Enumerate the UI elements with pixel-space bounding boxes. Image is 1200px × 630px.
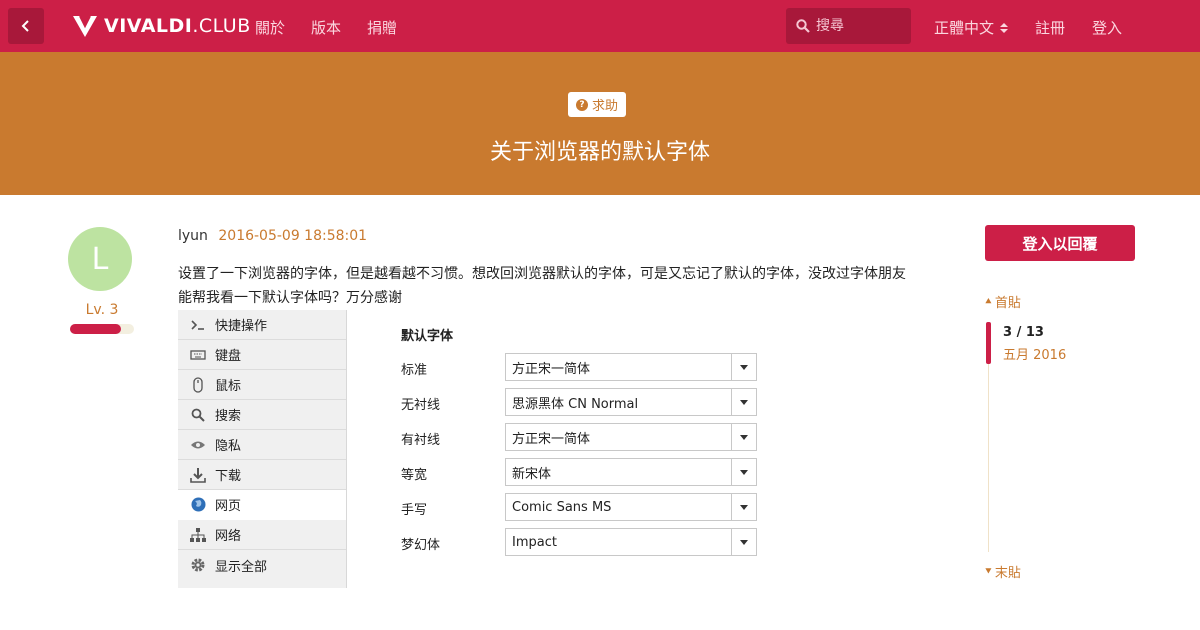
first-post-link[interactable]: ⯅ 首貼 bbox=[984, 292, 1021, 312]
search-input[interactable] bbox=[816, 18, 896, 34]
level-progress-bar bbox=[70, 324, 134, 334]
font-row-fantasy: 梦幻体 Impact bbox=[401, 528, 757, 556]
font-select: 新宋体 bbox=[505, 458, 757, 486]
chevron-down-icon bbox=[731, 424, 756, 450]
sort-arrows-icon bbox=[1000, 22, 1009, 33]
chevron-down-icon bbox=[731, 354, 756, 380]
chevron-down-icon bbox=[731, 494, 756, 520]
settings-item-keyboard: 键盘 bbox=[178, 340, 346, 370]
double-chevron-down-icon: ⯆ bbox=[984, 564, 993, 578]
timeline-date: 五月 2016 bbox=[1003, 348, 1067, 363]
logo-suffix: .CLUB bbox=[192, 15, 251, 37]
search-icon bbox=[190, 407, 206, 423]
keyboard-icon bbox=[190, 347, 206, 363]
language-label: 正體中文 bbox=[934, 19, 995, 37]
login-link[interactable]: 登入 bbox=[1092, 17, 1122, 38]
chevron-down-icon bbox=[731, 389, 756, 415]
settings-item-quick-commands: 快捷操作 bbox=[178, 310, 346, 340]
language-selector[interactable]: 正體中文 bbox=[934, 17, 1009, 38]
font-label: 梦幻体 bbox=[401, 538, 441, 553]
register-link[interactable]: 註冊 bbox=[1035, 17, 1065, 38]
font-label: 等宽 bbox=[401, 468, 428, 483]
logo-brand: VIVALDI bbox=[104, 15, 193, 37]
settings-item-downloads: 下载 bbox=[178, 460, 346, 490]
settings-item-privacy: 隐私 bbox=[178, 430, 346, 460]
font-select: Comic Sans MS bbox=[505, 493, 757, 521]
category-label: 求助 bbox=[592, 99, 619, 114]
post-date: 2016-05-09 18:58:01 bbox=[218, 228, 368, 244]
font-row-cursive: 手写 Comic Sans MS bbox=[401, 493, 757, 521]
settings-item-search: 搜索 bbox=[178, 400, 346, 430]
font-label: 无衬线 bbox=[401, 398, 441, 413]
post-meta: lyun 2016-05-09 18:58:01 bbox=[178, 228, 367, 244]
category-tag[interactable]: ? 求助 bbox=[568, 92, 627, 117]
mouse-icon bbox=[190, 376, 206, 393]
last-post-link[interactable]: ⯆ 末貼 bbox=[984, 562, 1021, 582]
font-row-standard: 标准 方正宋一简体 bbox=[401, 353, 757, 381]
font-label: 有衬线 bbox=[401, 433, 441, 448]
nav-versions[interactable]: 版本 bbox=[311, 17, 341, 38]
font-row-sans-serif: 无衬线 思源黑体 CN Normal bbox=[401, 388, 757, 416]
topic-banner bbox=[0, 52, 1200, 195]
search-icon bbox=[796, 19, 810, 33]
vivaldi-logo-icon bbox=[73, 15, 97, 37]
network-icon bbox=[190, 527, 206, 543]
topic-title: 关于浏览器的默认字体 bbox=[489, 140, 710, 165]
top-navbar: VIVALDI.CLUB 關於 版本 捐贈 正體中文 註冊 登入 bbox=[0, 0, 1200, 52]
eye-icon bbox=[190, 437, 206, 453]
settings-item-webpages: 网页 bbox=[178, 490, 346, 520]
font-label: 标准 bbox=[401, 363, 428, 378]
back-button[interactable] bbox=[8, 8, 44, 44]
timeline-handle[interactable] bbox=[986, 322, 991, 364]
settings-item-show-all: 显示全部 bbox=[178, 550, 346, 580]
font-select: 方正宋一简体 bbox=[505, 353, 757, 381]
settings-item-mouse: 鼠标 bbox=[178, 370, 346, 400]
level-progress-fill bbox=[70, 324, 122, 334]
font-label: 手写 bbox=[401, 503, 428, 518]
embedded-settings-sidebar: 快捷操作 键盘 鼠标 搜索 隐私 下载 网页 网络 显示全部 bbox=[178, 310, 347, 588]
quick-commands-icon bbox=[190, 317, 206, 333]
site-logo[interactable]: VIVALDI.CLUB bbox=[70, 12, 251, 40]
download-icon bbox=[190, 467, 206, 483]
gear-icon bbox=[190, 557, 206, 573]
post-author[interactable]: lyun bbox=[178, 228, 208, 244]
nav-donate[interactable]: 捐贈 bbox=[367, 17, 397, 38]
settings-item-network: 网络 bbox=[178, 520, 346, 550]
font-select: 方正宋一简体 bbox=[505, 423, 757, 451]
nav-about[interactable]: 關於 bbox=[255, 17, 285, 38]
question-icon: ? bbox=[576, 98, 588, 111]
chevron-down-icon bbox=[731, 459, 756, 485]
post-body-line: 能帮我看一下默认字体吗？万分感谢 bbox=[178, 290, 402, 306]
timeline-position: 3 / 13 bbox=[1003, 325, 1044, 340]
globe-icon bbox=[190, 497, 206, 513]
avatar[interactable]: L bbox=[68, 227, 132, 291]
search-box[interactable] bbox=[786, 8, 911, 44]
post-body-line: 设置了一下浏览器的字体，但是越看越不习惯。想改回浏览器默认的字体，可是又忘记了默… bbox=[178, 266, 906, 282]
post-body: 设置了一下浏览器的字体，但是越看越不习惯。想改回浏览器默认的字体，可是又忘记了默… bbox=[178, 262, 913, 310]
font-row-serif: 有衬线 方正宋一简体 bbox=[401, 423, 757, 451]
user-level: Lv. 3 bbox=[85, 302, 119, 318]
font-row-monospace: 等宽 新宋体 bbox=[401, 458, 757, 486]
chevron-left-icon bbox=[21, 20, 29, 32]
default-fonts-heading: 默认字体 bbox=[401, 329, 454, 344]
double-chevron-up-icon: ⯅ bbox=[984, 294, 993, 308]
font-select: Impact bbox=[505, 528, 757, 556]
chevron-down-icon bbox=[731, 529, 756, 555]
login-to-reply-button[interactable]: 登入以回覆 bbox=[985, 225, 1135, 261]
font-select: 思源黑体 CN Normal bbox=[505, 388, 757, 416]
